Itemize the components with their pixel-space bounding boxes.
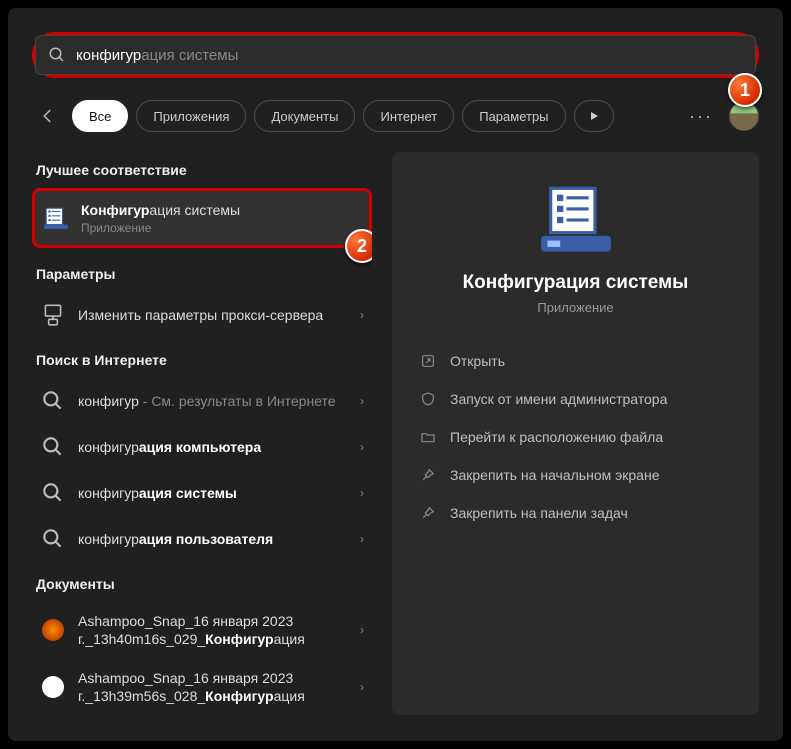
section-settings: Параметры: [36, 266, 372, 282]
result-web-2[interactable]: конфигурация системы ›: [32, 470, 372, 516]
chevron-right-icon: ›: [360, 680, 364, 694]
result-doc-1[interactable]: Ashampoo_Snap_16 января 2023 г._13h39m56…: [32, 659, 372, 715]
search-panel: конфигурация системы 1 Все Приложения До…: [8, 8, 783, 741]
details-title: Конфигурация системы: [463, 272, 689, 294]
shield-icon: [420, 391, 436, 407]
msconfig-icon: [43, 205, 69, 231]
result-doc-0[interactable]: Ashampoo_Snap_16 января 2023 г._13h40m16…: [32, 602, 372, 658]
filter-more-play[interactable]: [574, 100, 614, 132]
results-column: Лучшее соответствие Конфигурация системы…: [32, 152, 372, 715]
action-run-as-admin[interactable]: Запуск от имени администратора: [416, 383, 735, 415]
pin-icon: [420, 467, 436, 483]
chevron-right-icon: ›: [360, 486, 364, 500]
search-highlight: конфигурация системы 1: [32, 32, 759, 78]
result-proxy-settings[interactable]: Изменить параметры прокси-сервера ›: [32, 292, 372, 338]
action-list: Открыть Запуск от имени администратора П…: [416, 345, 735, 529]
result-web-3[interactable]: конфигурация пользователя ›: [32, 516, 372, 562]
action-pin-taskbar[interactable]: Закрепить на панели задач: [416, 497, 735, 529]
section-web: Поиск в Интернете: [36, 352, 372, 368]
chevron-right-icon: ›: [360, 532, 364, 546]
details-panel: Конфигурация системы Приложение Открыть …: [392, 152, 759, 715]
details-subtitle: Приложение: [537, 300, 613, 315]
ashampoo-icon: [40, 674, 66, 700]
callout-1: 1: [728, 73, 762, 107]
settings-proxy-icon: [40, 302, 66, 328]
search-icon: [40, 480, 66, 506]
chevron-right-icon: ›: [360, 623, 364, 637]
pin-icon: [420, 505, 436, 521]
filter-settings[interactable]: Параметры: [462, 100, 565, 132]
search-bar[interactable]: конфигурация системы: [35, 35, 756, 75]
details-hero: Конфигурация системы Приложение: [416, 182, 735, 315]
filter-docs[interactable]: Документы: [254, 100, 355, 132]
search-icon: [40, 434, 66, 460]
open-icon: [420, 353, 436, 369]
search-input[interactable]: конфигурация системы: [76, 47, 743, 64]
filter-web[interactable]: Интернет: [363, 100, 454, 132]
filter-row: Все Приложения Документы Интернет Параме…: [32, 100, 759, 132]
section-best-match: Лучшее соответствие: [36, 162, 372, 178]
search-icon: [40, 388, 66, 414]
more-menu[interactable]: ···: [681, 106, 721, 127]
result-web-1[interactable]: конфигурация компьютера ›: [32, 424, 372, 470]
action-open-location[interactable]: Перейти к расположению файла: [416, 421, 735, 453]
msconfig-icon: [538, 182, 614, 258]
filter-apps[interactable]: Приложения: [136, 100, 246, 132]
section-docs: Документы: [36, 576, 372, 592]
result-best-match[interactable]: Конфигурация системы Приложение 2: [32, 188, 372, 248]
chevron-right-icon: ›: [360, 440, 364, 454]
chevron-right-icon: ›: [360, 394, 364, 408]
filter-all[interactable]: Все: [72, 100, 128, 132]
action-open[interactable]: Открыть: [416, 345, 735, 377]
search-icon: [40, 526, 66, 552]
ashampoo-icon: [40, 617, 66, 643]
chevron-right-icon: ›: [360, 308, 364, 322]
result-web-0[interactable]: конфигур - См. результаты в Интернете ›: [32, 378, 372, 424]
back-button[interactable]: [32, 100, 64, 132]
callout-2: 2: [345, 229, 372, 263]
search-icon: [48, 46, 66, 64]
action-pin-start[interactable]: Закрепить на начальном экране: [416, 459, 735, 491]
folder-icon: [420, 429, 436, 445]
